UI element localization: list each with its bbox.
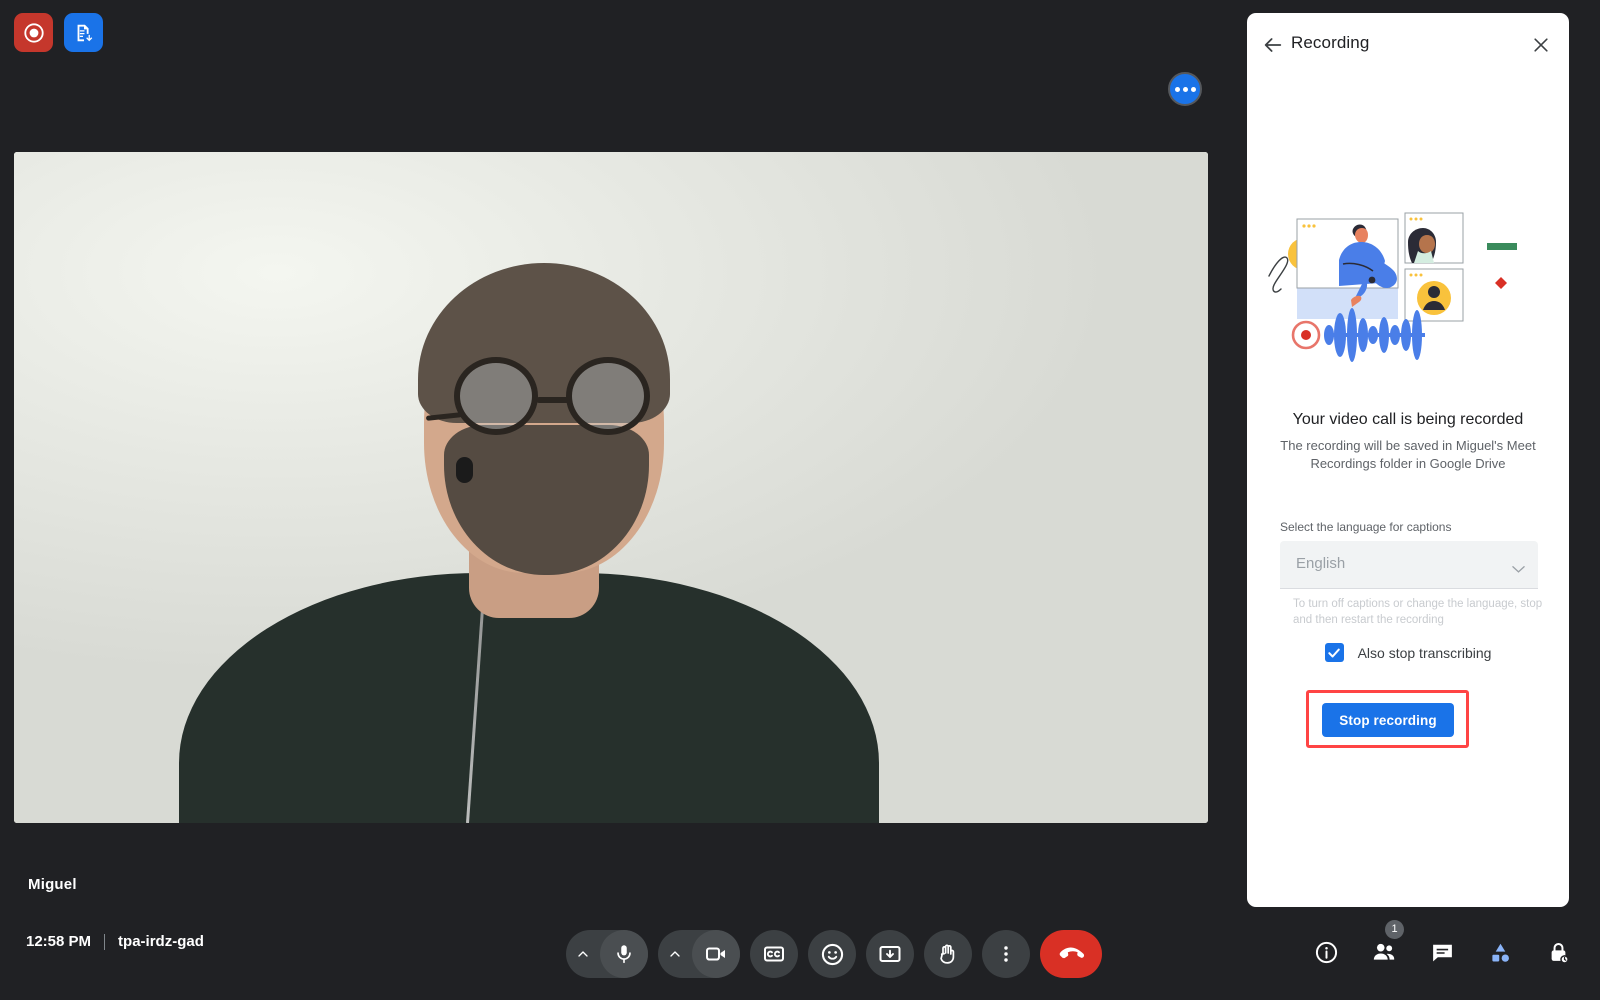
meeting-details-button[interactable] [1304, 930, 1348, 974]
panel-back-button[interactable] [1259, 31, 1287, 59]
eyeglass-bridge [536, 397, 570, 403]
people-count-badge: 1 [1385, 920, 1404, 939]
people-icon [1373, 943, 1395, 960]
call-controls [566, 930, 1102, 978]
meeting-time: 12:58 PM [26, 933, 92, 950]
checkmark-icon [1328, 648, 1340, 657]
panel-heading: Your video call is being recorded [1292, 411, 1524, 428]
transcript-document-icon [77, 24, 92, 41]
transcription-indicator-chip[interactable] [64, 13, 103, 52]
more-vertical-icon [1004, 946, 1008, 962]
caption-language-value: English [1296, 555, 1346, 572]
raised-hand-icon [940, 944, 955, 964]
caption-help-text: To turn off captions or change the langu… [1293, 598, 1543, 626]
recording-indicator-chip[interactable] [14, 13, 53, 52]
back-arrow-icon [1264, 38, 1282, 52]
captions-button[interactable] [750, 930, 798, 978]
status-chip-group [14, 13, 103, 52]
record-dot-graphic [1291, 320, 1321, 350]
caption-language-label: Select the language for captions [1280, 520, 1452, 534]
microphone-options-button[interactable] [566, 930, 600, 978]
red-diamond-accent [1495, 277, 1507, 289]
meeting-code: tpa-irdz-gad [118, 933, 204, 950]
more-options-button[interactable] [982, 930, 1030, 978]
chevron-down-icon [1512, 561, 1525, 579]
end-call-button[interactable] [1040, 930, 1102, 978]
participant-video-tile[interactable] [14, 152, 1208, 823]
panel-header: Recording [1247, 13, 1569, 75]
emoji-button[interactable] [808, 930, 856, 978]
stop-transcribing-label: Also stop transcribing [1357, 644, 1492, 661]
recording-illustration [1247, 188, 1569, 383]
panel-close-button[interactable] [1527, 31, 1555, 59]
host-controls-button[interactable] [1536, 930, 1580, 974]
recording-illustration-graphic [1268, 212, 1517, 362]
green-bar-accent [1487, 243, 1517, 250]
stop-transcribing-checkbox[interactable] [1324, 643, 1344, 662]
record-dot-icon [23, 22, 44, 43]
panel-subtext: The recording will be saved in Miguel's … [1280, 438, 1536, 471]
present-button[interactable] [866, 930, 914, 978]
emoji-smiley-icon [821, 943, 843, 965]
eyeglass-lens-right [566, 357, 650, 435]
dot-glyph [1182, 86, 1188, 92]
activities-button[interactable] [1478, 930, 1522, 974]
stop-recording-button[interactable]: Stop recording [1322, 703, 1454, 737]
camera-options-button[interactable] [658, 930, 692, 978]
end-call-phone-icon [1059, 947, 1085, 959]
close-x-icon [1534, 38, 1548, 52]
raise-hand-button[interactable] [924, 930, 972, 978]
meeting-info: 12:58 PM tpa-irdz-gad [26, 933, 204, 950]
panel-title: Recording [1291, 33, 1370, 52]
screen-share-bar [1297, 288, 1398, 319]
stop-transcribing-row[interactable]: Also stop transcribing [1247, 643, 1569, 662]
participant-earbud [456, 457, 473, 483]
camera-control-group [658, 930, 740, 978]
stage-more-options-button[interactable] [1168, 72, 1202, 106]
activities-shapes-icon [1491, 943, 1509, 962]
eyeglass-lens-left [454, 357, 538, 435]
caption-language-select[interactable]: English [1280, 541, 1538, 589]
squiggle-accent [1268, 256, 1289, 293]
recording-panel: Recording Your video call is being recor… [1247, 13, 1569, 907]
camera-button[interactable] [692, 930, 740, 978]
microphone-control-group [566, 930, 648, 978]
right-control-group: 1 [1304, 920, 1580, 974]
chat-bubble-icon [1432, 944, 1452, 961]
lock-shield-icon [1551, 942, 1569, 964]
chat-button[interactable] [1420, 930, 1464, 974]
people-button[interactable]: 1 [1362, 920, 1406, 974]
participant-name-label: Miguel [28, 876, 77, 893]
present-screen-icon [879, 946, 901, 962]
bottom-control-bar: 12:58 PM tpa-irdz-gad 1 [0, 910, 1600, 1000]
dot-glyph [1174, 86, 1180, 92]
video-camera-icon [706, 947, 725, 961]
info-divider [104, 933, 106, 950]
microphone-icon [617, 945, 631, 964]
chevron-up-icon [578, 951, 588, 957]
microphone-button[interactable] [600, 930, 648, 978]
dot-glyph [1190, 86, 1196, 92]
closed-captions-icon [764, 946, 784, 962]
info-circle-icon [1315, 941, 1337, 963]
chevron-up-icon [670, 951, 680, 957]
